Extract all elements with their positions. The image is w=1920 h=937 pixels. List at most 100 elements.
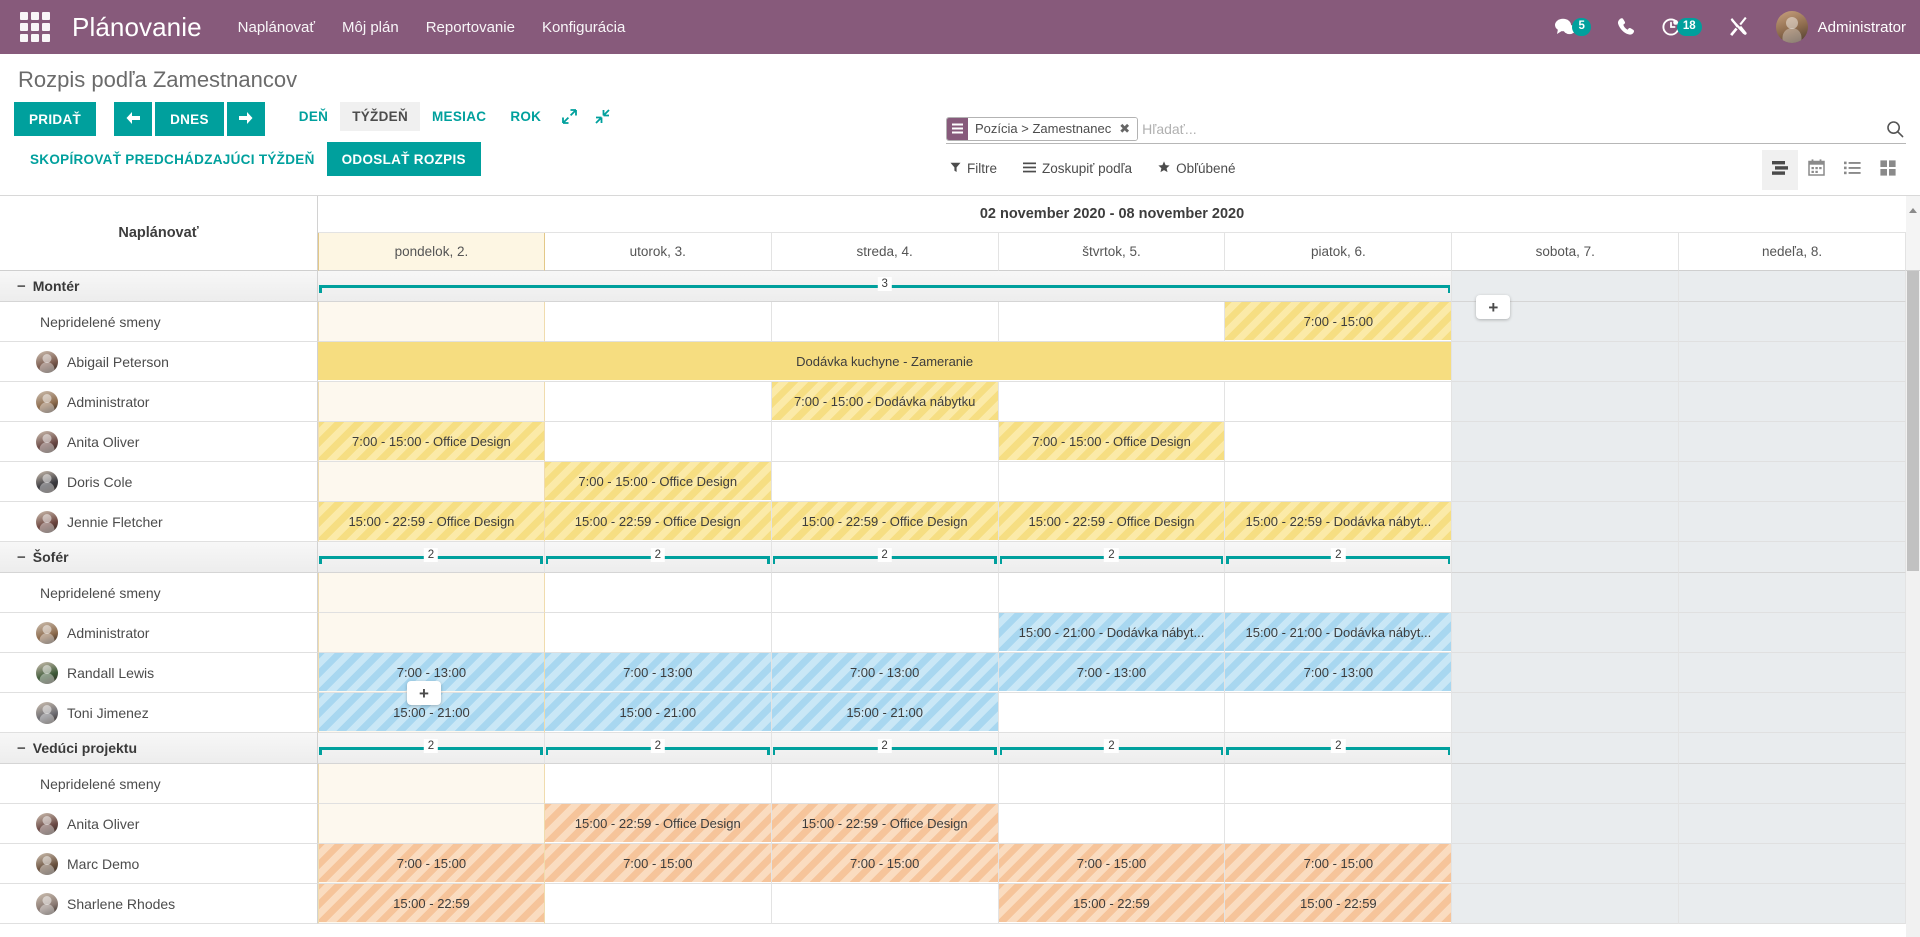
gantt-cell-1-0-0[interactable] (318, 573, 545, 613)
gantt-cell-2-0-3[interactable] (998, 764, 1226, 804)
gantt-cell-1-0-6[interactable] (1679, 573, 1906, 613)
gantt-cell-0-5-1[interactable]: 15:00 - 22:59 - Office Design (544, 502, 772, 542)
add-shift-button[interactable]: + (407, 681, 441, 705)
gantt-cell-1-1-4[interactable]: 15:00 - 21:00 - Dodávka nábyt... (1225, 613, 1453, 653)
gantt-cell-1-1-5[interactable] (1452, 613, 1680, 653)
search-facet[interactable]: Pozícia > Zamestnanec ✖ (946, 116, 1139, 141)
gantt-cell-0-5-2[interactable]: 15:00 - 22:59 - Office Design (771, 502, 999, 542)
gantt-day-header-2[interactable]: streda, 4. (771, 233, 999, 271)
gantt-cell-0-4-6[interactable] (1679, 462, 1906, 502)
gantt-cell-1-1-3[interactable]: 15:00 - 21:00 - Dodávka nábyt... (998, 613, 1226, 653)
gantt-cell-1-2-5[interactable] (1452, 653, 1680, 693)
gantt-cell-2-1-6[interactable] (1679, 804, 1906, 844)
group-row-0[interactable]: − Montér (0, 271, 318, 302)
gantt-cell-0-4-3[interactable] (998, 462, 1226, 502)
shift-pill-0-5-2[interactable]: 15:00 - 22:59 - Office Design (771, 502, 998, 540)
developer-tools-button[interactable] (1728, 17, 1750, 37)
resource-row-label-0-4[interactable]: Doris Cole (0, 462, 318, 502)
next-period-button[interactable] (226, 102, 265, 136)
gantt-cell-1-3-6[interactable] (1679, 693, 1906, 733)
menu-item-reportovanie[interactable]: Reportovanie (426, 19, 515, 36)
gantt-cell-1-1-1[interactable] (544, 613, 772, 653)
shift-pill-1-2-4[interactable]: 7:00 - 13:00 (1225, 653, 1452, 691)
gantt-cell-0-3-0[interactable]: 7:00 - 15:00 - Office Design (318, 422, 545, 462)
gantt-cell-1-3-2[interactable]: 15:00 - 21:00 (771, 693, 999, 733)
search-icon[interactable] (1886, 120, 1906, 138)
resource-row-label-1-3[interactable]: Toni Jimenez (0, 693, 318, 733)
gantt-cell-2-2-5[interactable] (1452, 844, 1680, 884)
gantt-cell-0-4-0[interactable] (318, 462, 545, 502)
gantt-cell-0-2-3[interactable] (998, 382, 1226, 422)
gantt-cell-1-2-3[interactable]: 7:00 - 13:00 (998, 653, 1226, 693)
gantt-cell-2-2-6[interactable] (1679, 844, 1906, 884)
gantt-cell-0-1-6[interactable] (1679, 342, 1906, 382)
gantt-cell-0-3-3[interactable]: 7:00 - 15:00 - Office Design (998, 422, 1226, 462)
gantt-cell-0-4-5[interactable] (1452, 462, 1680, 502)
gantt-cell-0-4-4[interactable] (1225, 462, 1453, 502)
gantt-day-header-0[interactable]: pondelok, 2. (318, 233, 545, 271)
gantt-day-header-1[interactable]: utorok, 3. (544, 233, 772, 271)
gantt-cell-2-0-0[interactable] (318, 764, 545, 804)
group-row-2[interactable]: − Vedúci projektu (0, 733, 318, 764)
gantt-day-header-3[interactable]: štvrtok, 5. (998, 233, 1226, 271)
gantt-cell-1-3-3[interactable] (998, 693, 1226, 733)
resource-row-label-2-3[interactable]: Sharlene Rhodes (0, 884, 318, 924)
gantt-cell-0-5-3[interactable]: 15:00 - 22:59 - Office Design (998, 502, 1226, 542)
gantt-cell-0-2-5[interactable] (1452, 382, 1680, 422)
collapse-icon[interactable]: − (17, 741, 26, 756)
gantt-cell-0-5-4[interactable]: 15:00 - 22:59 - Dodávka nábyt... (1225, 502, 1453, 542)
gantt-cell-0-5-6[interactable] (1679, 502, 1906, 542)
gantt-cell-0-3-6[interactable] (1679, 422, 1906, 462)
gantt-cell-1-2-2[interactable]: 7:00 - 13:00 (771, 653, 999, 693)
gantt-cell-0-5-5[interactable] (1452, 502, 1680, 542)
filters-dropdown[interactable]: Filtre (950, 161, 997, 176)
remove-facet-icon[interactable]: ✖ (1117, 117, 1138, 140)
gantt-cell-2-1-3[interactable] (998, 804, 1226, 844)
gantt-cell-1-1-6[interactable] (1679, 613, 1906, 653)
user-menu[interactable]: Administrator (1775, 11, 1906, 43)
gantt-cell-1-2-1[interactable]: 7:00 - 13:00 (544, 653, 772, 693)
gantt-cell-2-2-3[interactable]: 7:00 - 15:00 (998, 844, 1226, 884)
gantt-cell-1-0-3[interactable] (998, 573, 1226, 613)
shift-pill-1-2-2[interactable]: 7:00 - 13:00 (771, 653, 998, 691)
list-view-button[interactable] (1834, 150, 1870, 190)
resource-row-label-0-3[interactable]: Anita Oliver (0, 422, 318, 462)
shift-pill-1-1-4[interactable]: 15:00 - 21:00 - Dodávka nábyt... (1225, 613, 1452, 651)
shift-pill-1-2-1[interactable]: 7:00 - 13:00 (544, 653, 771, 691)
shift-pill-2-2-4[interactable]: 7:00 - 15:00 (1225, 844, 1452, 882)
gantt-day-header-5[interactable]: sobota, 7. (1452, 233, 1680, 271)
kanban-view-button[interactable] (1870, 150, 1906, 190)
collapse-icon[interactable]: − (17, 550, 26, 565)
shift-pill-2-3-0[interactable]: 15:00 - 22:59 (319, 884, 544, 922)
gantt-cell-1-0-1[interactable] (544, 573, 772, 613)
gantt-cell-0-4-1[interactable]: 7:00 - 15:00 - Office Design (544, 462, 772, 502)
shift-pill-2-3-3[interactable]: 15:00 - 22:59 (998, 884, 1225, 922)
gantt-cell-0-0-6[interactable] (1679, 302, 1906, 342)
search-box[interactable]: Pozícia > Zamestnanec ✖ (946, 114, 1906, 144)
shift-pill-0-2-2[interactable]: 7:00 - 15:00 - Dodávka nábytku (771, 382, 998, 420)
shift-pill-0-4-1[interactable]: 7:00 - 15:00 - Office Design (544, 462, 771, 500)
gantt-cell-2-1-1[interactable]: 15:00 - 22:59 - Office Design (544, 804, 772, 844)
collapse-icon[interactable]: − (17, 279, 26, 294)
scroll-up-indicator[interactable] (1906, 196, 1920, 271)
gantt-cell-1-1-0[interactable] (318, 613, 545, 653)
add-button[interactable]: PRIDAŤ (14, 102, 97, 136)
resource-row-label-1-0[interactable]: Nepridelené smeny (0, 573, 318, 613)
prev-period-button[interactable] (114, 102, 153, 136)
gantt-cell-0-4-2[interactable] (771, 462, 999, 502)
gantt-cell-0-3-2[interactable] (771, 422, 999, 462)
gantt-cell-1-2-6[interactable] (1679, 653, 1906, 693)
menu-item-konfiguracia[interactable]: Konfigurácia (542, 19, 625, 36)
gantt-cell-2-1-4[interactable] (1225, 804, 1453, 844)
shift-pill-2-2-2[interactable]: 7:00 - 15:00 (771, 844, 998, 882)
menu-item-naplanovat[interactable]: Naplánovať (238, 19, 315, 36)
group-row-1[interactable]: − Šofér (0, 542, 318, 573)
resource-row-label-0-5[interactable]: Jennie Fletcher (0, 502, 318, 542)
shift-pill-1-1-3[interactable]: 15:00 - 21:00 - Dodávka nábyt... (998, 613, 1225, 651)
gantt-cell-2-0-1[interactable] (544, 764, 772, 804)
gantt-cell-0-0-4[interactable]: 7:00 - 15:00 (1225, 302, 1453, 342)
shift-pill-0-3-0[interactable]: 7:00 - 15:00 - Office Design (319, 422, 544, 460)
resource-row-label-2-2[interactable]: Marc Demo (0, 844, 318, 884)
gantt-cell-0-1-5[interactable] (1452, 342, 1680, 382)
vertical-scrollbar[interactable] (1906, 271, 1920, 937)
